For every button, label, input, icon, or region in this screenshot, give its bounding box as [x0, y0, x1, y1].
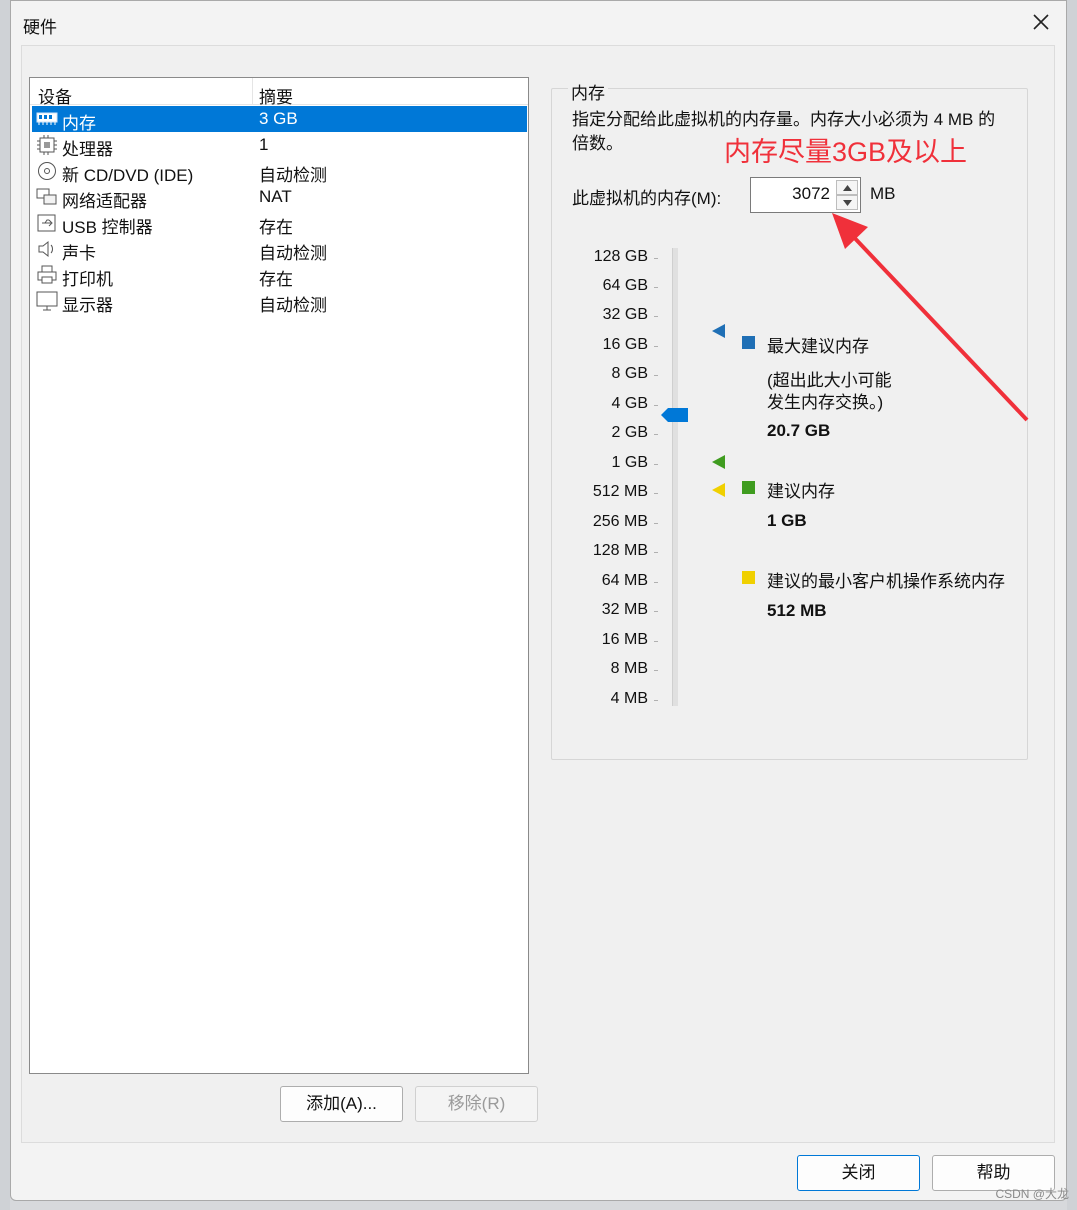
background-window-edge — [0, 0, 10, 1210]
device-name: 内存 — [62, 114, 96, 133]
recommended-marker-icon — [712, 455, 725, 469]
device-name: 显示器 — [62, 296, 113, 315]
scale-tick-label: 32 MB — [568, 601, 658, 619]
minimum-value: 512 MB — [767, 601, 827, 620]
recommended-label: 建议内存 — [767, 482, 835, 501]
device-name: 打印机 — [62, 270, 113, 289]
scale-tick-label: 128 GB — [568, 248, 658, 266]
cd-icon — [36, 161, 58, 181]
device-row-cd-dvd[interactable]: 新 CD/DVD (IDE) 自动检测 — [32, 158, 527, 185]
scale-tick-label: 128 MB — [568, 542, 658, 560]
recommended-value: 1 GB — [767, 511, 807, 530]
watermark: CSDN @大龙 — [995, 1187, 1069, 1201]
memory-slider-thumb[interactable] — [661, 407, 689, 423]
device-summary: 1 — [259, 135, 269, 154]
close-window-button[interactable] — [1026, 9, 1056, 37]
scale-tick-label: 16 GB — [568, 336, 658, 354]
device-row-network-adapter[interactable]: 网络适配器 NAT — [32, 184, 527, 211]
device-row-usb-controller[interactable]: USB 控制器 存在 — [32, 210, 527, 237]
close-button[interactable]: 关闭 — [797, 1155, 920, 1191]
scale-tick-label: 8 MB — [568, 660, 658, 678]
scale-tick-label: 4 GB — [568, 395, 658, 413]
scale-tick-label: 256 MB — [568, 513, 658, 531]
background-window-edge-right — [1067, 0, 1077, 1210]
spin-up-button[interactable] — [836, 180, 858, 195]
device-summary: 自动检测 — [259, 166, 327, 185]
max-recommended-marker-icon — [712, 324, 725, 338]
scale-tick-label: 16 MB — [568, 631, 658, 649]
max-recommended-swatch — [742, 336, 755, 349]
scale-tick-label: 512 MB — [568, 483, 658, 501]
column-header-summary[interactable]: 摘要 — [259, 83, 293, 108]
memory-unit: MB — [870, 184, 896, 203]
device-row-sound-card[interactable]: 声卡 自动检测 — [32, 236, 527, 263]
device-name: 处理器 — [62, 140, 113, 159]
scale-tick-label: 64 GB — [568, 277, 658, 295]
device-row-display[interactable]: 显示器 自动检测 — [32, 288, 527, 315]
network-icon — [36, 187, 58, 207]
memory-field-label: 此虚拟机的内存(M): — [572, 189, 722, 208]
close-icon — [1033, 14, 1049, 30]
device-name: 新 CD/DVD (IDE) — [62, 166, 194, 185]
memory-value-input[interactable]: 3072 — [792, 184, 830, 204]
device-list-header: 设备 摘要 — [30, 78, 528, 108]
device-name: USB 控制器 — [62, 218, 153, 237]
max-recommended-label: 最大建议内存 — [767, 337, 869, 356]
memory-icon — [36, 109, 58, 129]
minimum-marker-icon — [712, 483, 725, 497]
cpu-icon — [36, 135, 58, 155]
column-separator[interactable] — [252, 78, 253, 105]
minimum-swatch — [742, 571, 755, 584]
max-recommended-value: 20.7 GB — [767, 421, 831, 440]
device-summary: 3 GB — [259, 109, 298, 128]
device-name: 声卡 — [62, 244, 96, 263]
scale-tick-label: 4 MB — [568, 690, 658, 708]
chevron-up-icon — [842, 185, 852, 191]
column-header-device[interactable]: 设备 — [38, 83, 72, 108]
speaker-icon — [36, 239, 58, 259]
device-summary: NAT — [259, 187, 292, 206]
device-summary: 自动检测 — [259, 296, 327, 315]
device-row-memory[interactable]: 内存 3 GB — [32, 106, 527, 133]
recommended-swatch — [742, 481, 755, 494]
remove-button[interactable]: 移除(R) — [415, 1086, 538, 1122]
scale-tick-label: 1 GB — [568, 454, 658, 472]
scale-tick-label: 64 MB — [568, 572, 658, 590]
add-button[interactable]: 添加(A)... — [280, 1086, 403, 1122]
device-summary: 存在 — [259, 270, 293, 289]
device-list[interactable]: 设备 摘要 内存 3 GB 处理器 1 新 CD/DVD (IDE) 自动检测 … — [29, 77, 529, 1074]
memory-slider-track[interactable] — [672, 248, 678, 706]
device-row-processor[interactable]: 处理器 1 — [32, 132, 527, 159]
scale-tick-label: 8 GB — [568, 365, 658, 383]
memory-group-title: 内存 — [568, 79, 608, 104]
minimum-label: 建议的最小客户机操作系统内存 — [767, 572, 1005, 591]
device-summary: 自动检测 — [259, 244, 327, 263]
max-recommended-note-line2: 发生内存交换。) — [767, 393, 884, 412]
scale-tick-label: 32 GB — [568, 306, 658, 324]
device-row-printer[interactable]: 打印机 存在 — [32, 262, 527, 289]
scale-tick-label: 2 GB — [568, 424, 658, 442]
usb-icon — [36, 213, 58, 233]
window-title: 硬件 — [23, 18, 57, 37]
device-summary: 存在 — [259, 218, 293, 237]
title-bar: 硬件 — [11, 1, 1066, 45]
monitor-icon — [36, 291, 58, 311]
printer-icon — [36, 265, 58, 285]
annotation-text: 内存尽量3GB及以上 — [724, 137, 968, 167]
device-name: 网络适配器 — [62, 192, 147, 211]
